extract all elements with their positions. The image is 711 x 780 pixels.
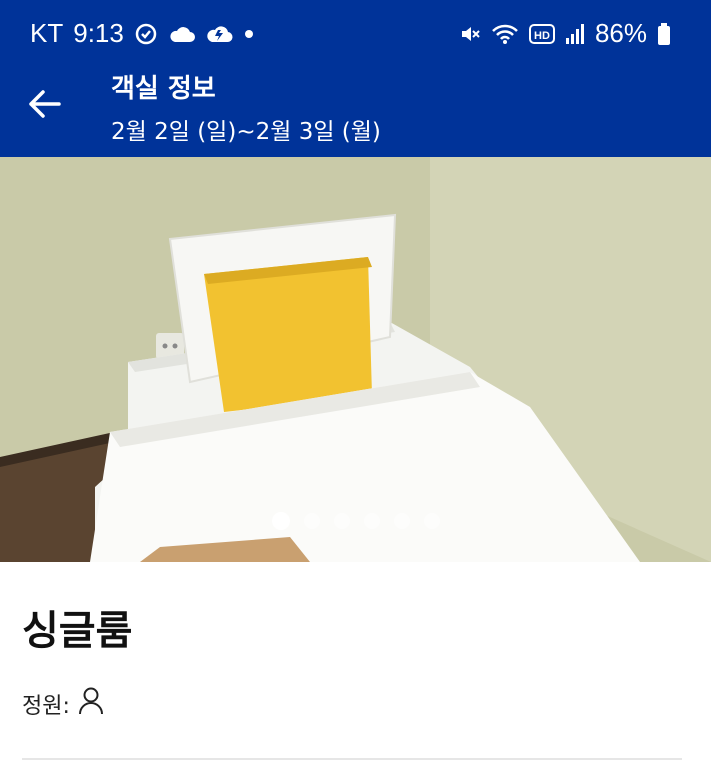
wifi-icon <box>491 23 519 45</box>
capacity-row: 정원: <box>22 686 104 722</box>
signal-icon <box>565 23 585 45</box>
carousel-dot[interactable] <box>423 513 440 529</box>
app-bar: 객실 정보 2월 2일 (일)~2월 3일 (월) <box>0 68 711 157</box>
page-title: 객실 정보 <box>111 74 216 104</box>
clock: 9:13 <box>73 18 124 48</box>
room-name: 싱글룸 <box>22 608 133 654</box>
dot-icon <box>244 29 254 39</box>
battery-percent: 86% <box>594 18 647 48</box>
carousel-dot-active[interactable] <box>271 512 290 530</box>
capacity-label: 정원: <box>22 694 70 719</box>
date-range: 2월 2일 (일)~2월 3일 (월) <box>111 119 381 145</box>
room-photo <box>0 157 711 562</box>
carousel-dot[interactable] <box>333 513 350 529</box>
carousel-dot[interactable] <box>363 513 380 529</box>
hd-icon: HD <box>528 23 555 44</box>
status-right: HD 86% <box>459 18 671 49</box>
cloud-icon <box>168 24 196 44</box>
mute-icon <box>459 23 481 45</box>
back-arrow-icon <box>27 89 61 123</box>
carousel-dot[interactable] <box>393 513 410 529</box>
carousel-dot[interactable] <box>303 513 320 529</box>
status-left: KT 9:13 <box>30 18 254 49</box>
back-button[interactable] <box>22 84 66 128</box>
person-icon <box>78 686 104 722</box>
svg-text:HD: HD <box>534 30 550 42</box>
sync-icon <box>134 22 158 46</box>
section-divider <box>22 758 682 760</box>
carrier-label: KT <box>30 18 64 48</box>
carousel-indicator <box>0 512 711 530</box>
cloud-sync-icon <box>206 22 234 46</box>
status-bar: KT 9:13 HD 86% <box>0 0 711 68</box>
battery-icon <box>657 22 671 46</box>
room-photo-carousel[interactable] <box>0 157 711 562</box>
